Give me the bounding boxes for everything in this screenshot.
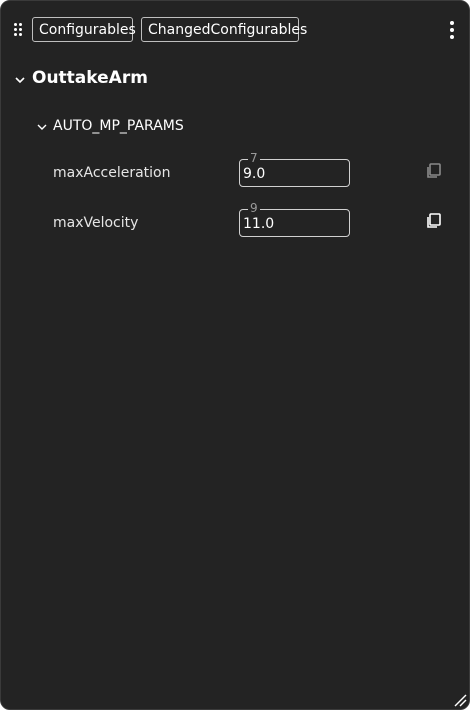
- chevron-down-icon[interactable]: [14, 74, 26, 86]
- copy-icon[interactable]: [425, 212, 443, 230]
- drag-dots-icon[interactable]: [13, 22, 25, 38]
- section-title[interactable]: OuttakeArm: [32, 66, 148, 90]
- max-velocity-input[interactable]: [243, 216, 343, 232]
- copy-icon[interactable]: [425, 162, 443, 180]
- group-title[interactable]: AUTO_MP_PARAMS: [53, 116, 184, 136]
- max-acceleration-input[interactable]: [243, 166, 343, 182]
- resize-grip-icon[interactable]: [453, 693, 467, 707]
- configurables-panel: Configurables ChangedConfigurables Outta…: [0, 0, 470, 710]
- chevron-down-icon[interactable]: [36, 121, 48, 133]
- param-label-max-velocity: maxVelocity: [53, 215, 139, 231]
- previous-value-label: 9: [248, 201, 260, 215]
- tab-configurables[interactable]: Configurables: [32, 17, 136, 42]
- param-label-max-acceleration: maxAcceleration: [53, 165, 171, 181]
- max-velocity-field[interactable]: 9: [239, 201, 350, 237]
- more-vertical-icon[interactable]: [449, 21, 455, 39]
- tab-changed-configurables[interactable]: ChangedConfigurables: [141, 17, 307, 42]
- previous-value-label: 7: [248, 151, 260, 165]
- max-acceleration-field[interactable]: 7: [239, 151, 350, 187]
